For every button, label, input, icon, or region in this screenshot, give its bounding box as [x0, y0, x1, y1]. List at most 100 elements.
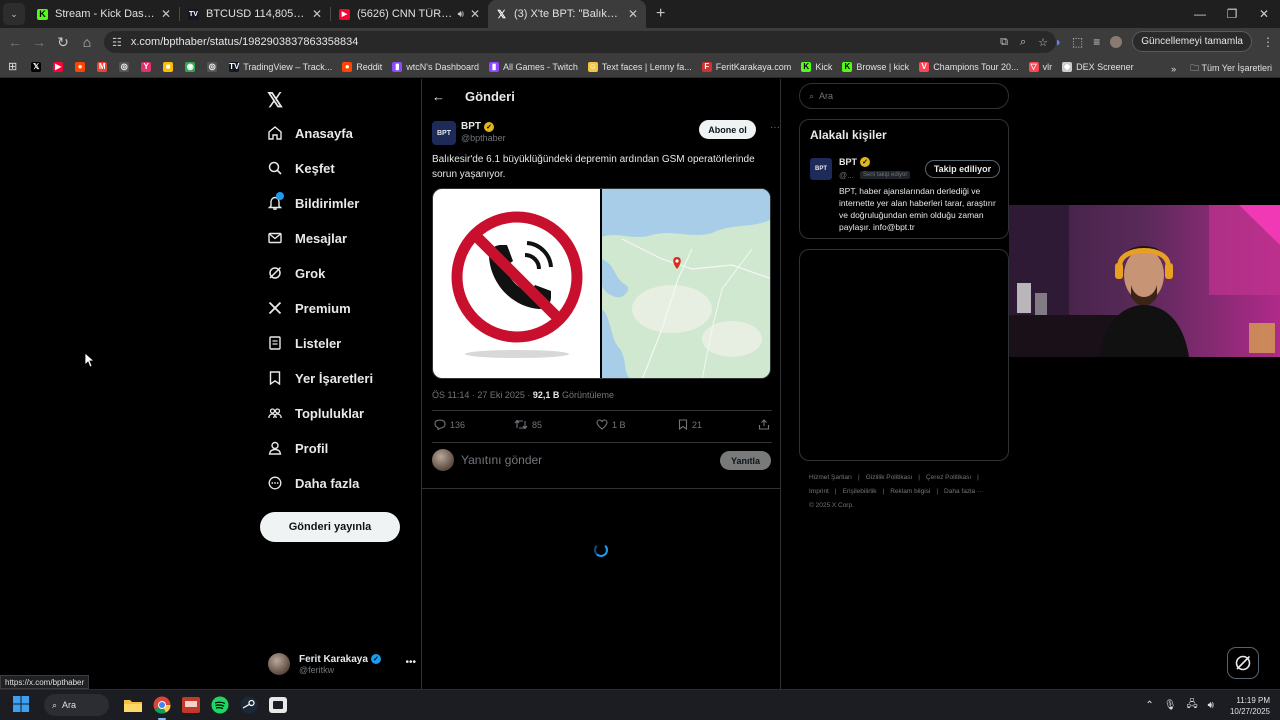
footer-link[interactable]: Imprint — [809, 488, 829, 495]
footer-link[interactable]: © 2025 X Corp. — [809, 502, 854, 509]
close-icon[interactable]: ✕ — [312, 7, 322, 21]
retweet-action[interactable]: 85 — [514, 419, 542, 430]
subscribe-button[interactable]: Abone ol — [699, 120, 756, 139]
footer-link[interactable]: Reklam bilgisi — [890, 488, 930, 495]
close-icon[interactable]: ✕ — [161, 7, 171, 21]
media-app-icon[interactable] — [179, 693, 203, 717]
bookmark-item[interactable]: M — [97, 61, 111, 72]
microphone-icon[interactable]: 🎙︎ — [1164, 700, 1177, 711]
footer-link[interactable]: Hizmet Şartları — [809, 474, 852, 481]
bookmark-item[interactable]: ● Reddit — [342, 61, 382, 72]
bookmark-item[interactable]: ● — [75, 61, 89, 72]
file-explorer-icon[interactable] — [121, 693, 145, 717]
back-icon[interactable]: ← — [3, 34, 27, 50]
taskbar-search[interactable]: ⌕ Ara — [44, 694, 109, 716]
kebab-menu-icon[interactable]: ⋮ — [1262, 35, 1274, 49]
footer-link[interactable]: Daha fazla ··· — [944, 488, 983, 495]
windows-start-icon[interactable] — [13, 695, 29, 715]
apps-grid-icon[interactable]: ⊞ — [8, 60, 17, 73]
related-avatar[interactable]: BPT — [810, 158, 832, 180]
chrome-icon[interactable] — [150, 693, 174, 720]
reply-input[interactable]: Yanıtını gönder — [461, 453, 542, 467]
more-icon[interactable]: ··· — [770, 122, 780, 133]
tab-btcusd[interactable]: TV BTCUSD 114,805.33 ▲ +0.22% ✕ — [180, 0, 330, 28]
footer-link[interactable]: Erişilebilirlik — [843, 488, 877, 495]
post-button[interactable]: Gönderi yayınla — [260, 512, 400, 542]
home-icon[interactable]: ⌂ — [75, 34, 99, 50]
bookmark-item[interactable]: ◆ DEX Screener — [1062, 61, 1134, 72]
bookmark-item[interactable]: K Kick — [801, 61, 832, 72]
like-action[interactable]: 1 B — [596, 419, 626, 430]
tab-search-button[interactable]: ⌄ — [3, 3, 25, 25]
nav-item-10[interactable]: Daha fazla — [268, 472, 359, 494]
grok-button[interactable] — [1227, 647, 1259, 679]
update-button[interactable]: Güncellemeyi tamamla — [1132, 31, 1252, 52]
bookmark-item[interactable]: ◎ — [119, 61, 133, 72]
tweet-time[interactable]: ÖS 11:14 · 27 Eki 2025 · — [432, 390, 533, 400]
minimize-icon[interactable]: — — [1184, 7, 1216, 21]
spotify-icon[interactable] — [208, 693, 232, 717]
x-logo-icon[interactable]: 𝕏 — [267, 88, 283, 113]
extensions-icon[interactable]: ⬚ — [1072, 35, 1083, 49]
url-text[interactable]: x.com/bpthaber/status/198290383786335883… — [131, 36, 359, 48]
close-window-icon[interactable]: ✕ — [1248, 7, 1280, 21]
volume-icon[interactable]: 🔊︎ — [1208, 700, 1214, 711]
bookmark-item[interactable]: Y — [141, 61, 155, 72]
bookmark-item[interactable]: ☺ Text faces | Lenny fa... — [587, 61, 692, 72]
all-bookmarks[interactable]: 🗀︎ Tüm Yer İşaretleri — [1190, 61, 1272, 77]
nav-item-4[interactable]: Grok — [268, 262, 325, 284]
bookmark-item[interactable]: ▮ wtcN's Dashboard — [392, 61, 479, 72]
network-icon[interactable]: 🖧︎ — [1186, 697, 1197, 714]
bookmark-item[interactable]: V Champions Tour 20... — [919, 61, 1019, 72]
reply-action[interactable]: 136 — [434, 419, 465, 430]
author-handle[interactable]: @bpthaber — [461, 133, 506, 143]
chevron-double-right-icon[interactable]: » — [1171, 64, 1176, 74]
following-button[interactable]: Takip ediliyor — [925, 160, 1000, 178]
close-icon[interactable]: ✕ — [470, 7, 480, 21]
maximize-icon[interactable]: ❐ — [1216, 7, 1248, 21]
clock[interactable]: 11:19 PM 10/27/2025 — [1230, 695, 1270, 717]
chevron-up-icon[interactable]: ⌃ — [1145, 700, 1153, 711]
extension-icon[interactable]: ◗ — [1055, 35, 1062, 49]
back-arrow-icon[interactable]: ← — [432, 89, 445, 104]
tweet-media[interactable] — [432, 188, 771, 379]
speaker-icon[interactable]: 🔊︎ — [458, 9, 464, 20]
bookmark-item[interactable]: K Browse | kick — [842, 61, 909, 72]
star-icon[interactable]: ☆ — [1038, 36, 1048, 49]
app-icon[interactable] — [266, 693, 290, 717]
reload-icon[interactable]: ↻ — [51, 34, 75, 51]
media-icon[interactable]: ≡ — [1093, 35, 1100, 49]
nav-item-3[interactable]: Mesajlar — [268, 227, 347, 249]
search-input[interactable]: ⌕ Ara — [799, 83, 1009, 109]
nav-item-1[interactable]: Keşfet — [268, 157, 335, 179]
close-icon[interactable]: ✕ — [628, 7, 638, 21]
nav-item-8[interactable]: Topluluklar — [268, 402, 364, 424]
nav-item-6[interactable]: Listeler — [268, 332, 341, 354]
account-switcher[interactable]: Ferit Karakaya ✓ @feritkw ••• — [268, 649, 416, 679]
bookmark-item[interactable]: ▮ All Games - Twitch — [489, 61, 578, 72]
share-action[interactable] — [758, 419, 774, 430]
nav-item-5[interactable]: Premium — [268, 297, 351, 319]
author-avatar[interactable]: BPT — [432, 121, 456, 145]
steam-icon[interactable] — [237, 693, 261, 717]
bookmark-item[interactable]: F FeritKarakaya.com — [701, 61, 791, 72]
footer-link[interactable]: Gizlilik Politikası — [866, 474, 913, 481]
nav-item-0[interactable]: Anasayfa — [268, 122, 353, 144]
no-phone-call-image[interactable] — [433, 189, 602, 378]
tab-cnn-turk[interactable]: ▶ (5626) CNN TÜRK - Ca 🔊︎ ✕ — [331, 0, 488, 28]
bookmark-item[interactable]: 𝕏 — [31, 61, 45, 72]
zoom-icon[interactable]: ⌕ — [1020, 36, 1026, 49]
forward-icon[interactable]: → — [27, 34, 51, 50]
new-tab-button[interactable]: + — [656, 5, 665, 23]
footer-link[interactable]: Çerez Politikası — [926, 474, 971, 481]
profile-avatar[interactable] — [1110, 35, 1123, 48]
reply-button[interactable]: Yanıtla — [720, 451, 771, 470]
related-name[interactable]: BPT ✓ — [839, 157, 870, 167]
nav-item-7[interactable]: Yer İşaretleri — [268, 367, 373, 389]
nav-item-9[interactable]: Profil — [268, 437, 328, 459]
bookmark-item[interactable]: ■ — [163, 61, 177, 72]
bookmark-item[interactable]: ◎ — [207, 61, 221, 72]
more-icon[interactable]: ••• — [405, 657, 416, 668]
nav-item-2[interactable]: Bildirimler — [268, 192, 359, 214]
address-bar[interactable]: ☷ x.com/bpthaber/status/1982903837863358… — [104, 31, 1056, 53]
